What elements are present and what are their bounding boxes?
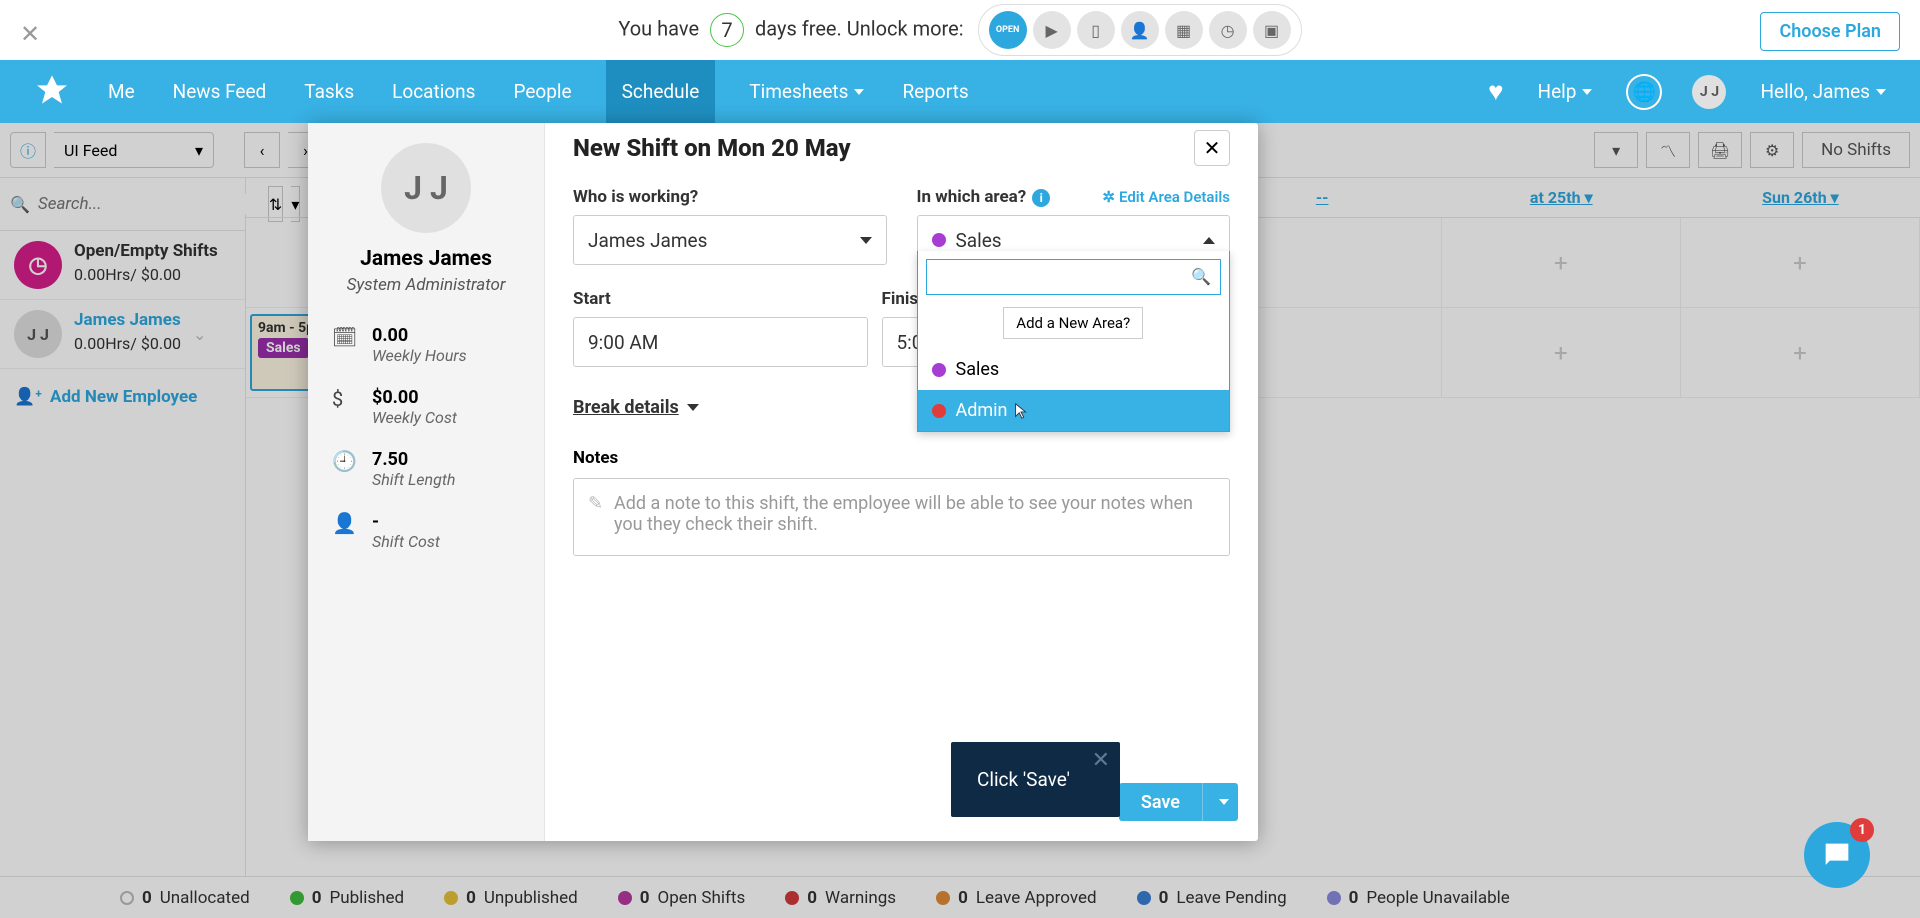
- save-dropdown[interactable]: [1202, 783, 1238, 821]
- area-color-dot: [932, 363, 946, 377]
- app-logo-icon[interactable]: [30, 70, 74, 114]
- save-tooltip: Click 'Save' ✕: [951, 742, 1120, 817]
- modal-title: New Shift on Mon 20 May: [573, 134, 851, 162]
- chevron-down-icon: [860, 237, 872, 244]
- area-option-admin[interactable]: Admin: [918, 390, 1230, 431]
- chat-launcher[interactable]: 1: [1804, 822, 1870, 888]
- chevron-down-icon: [1876, 89, 1886, 95]
- person-icon: 👤: [332, 511, 356, 535]
- calendar-icon: 🗓: [332, 325, 356, 349]
- add-new-area-button[interactable]: Add a New Area?: [1003, 307, 1143, 339]
- mobile-icon[interactable]: ▯: [1077, 11, 1115, 49]
- chat-icon: [1820, 838, 1854, 872]
- heart-icon[interactable]: ♥: [1488, 76, 1503, 107]
- info-icon[interactable]: i: [1032, 189, 1050, 207]
- modal-close-button[interactable]: ✕: [1194, 130, 1230, 166]
- box-icon[interactable]: ▣: [1253, 11, 1291, 49]
- chevron-down-icon: [854, 89, 864, 95]
- nav-tasks[interactable]: Tasks: [300, 60, 358, 123]
- stat-weekly-cost: $ $0.00Weekly Cost: [332, 387, 520, 427]
- save-button[interactable]: Save: [1119, 783, 1202, 821]
- chevron-down-icon: [1582, 89, 1592, 95]
- nav-reports[interactable]: Reports: [898, 60, 972, 123]
- stat-shift-length: 🕘 7.50Shift Length: [332, 449, 520, 489]
- tooltip-close-icon[interactable]: ✕: [1092, 748, 1110, 773]
- main-nav: Me News Feed Tasks Locations People Sche…: [0, 60, 1920, 123]
- modal-user-panel: J J James James System Administrator 🗓 0…: [308, 123, 545, 841]
- nav-schedule[interactable]: Schedule: [606, 60, 716, 123]
- area-color-dot: [932, 404, 946, 418]
- chevron-down-icon: [687, 404, 699, 411]
- modal-user-role: System Administrator: [347, 275, 506, 295]
- nav-locations[interactable]: Locations: [388, 60, 479, 123]
- person-icon[interactable]: 👤: [1121, 11, 1159, 49]
- modal-user-avatar: J J: [381, 143, 471, 233]
- user-avatar[interactable]: J J: [1692, 75, 1726, 109]
- nav-user-menu[interactable]: Hello, James: [1756, 60, 1890, 123]
- notes-textarea[interactable]: Add a note to this shift, the employee w…: [573, 478, 1230, 556]
- nav-timesheets[interactable]: Timesheets: [745, 60, 868, 123]
- close-icon[interactable]: ✕: [20, 20, 40, 48]
- globe-icon[interactable]: 🌐: [1626, 74, 1662, 110]
- cursor-icon: [1012, 402, 1030, 420]
- nav-me[interactable]: Me: [104, 60, 139, 123]
- area-label: In which area?i: [917, 187, 1051, 207]
- new-shift-modal: J J James James System Administrator 🗓 0…: [308, 123, 1258, 841]
- choose-plan-button[interactable]: Choose Plan: [1760, 12, 1900, 51]
- area-search-input[interactable]: [926, 259, 1222, 295]
- calendar-icon[interactable]: ▦: [1165, 11, 1203, 49]
- who-working-label: Who is working?: [573, 187, 887, 207]
- trial-days-badge: 7: [710, 13, 744, 47]
- dollar-icon: $: [332, 387, 356, 411]
- start-label: Start: [573, 289, 868, 309]
- edit-area-link[interactable]: ✲ Edit Area Details: [1102, 188, 1230, 206]
- who-working-select[interactable]: James James: [573, 215, 887, 265]
- chevron-up-icon: [1203, 237, 1215, 244]
- nav-people[interactable]: People: [509, 60, 575, 123]
- camera-icon[interactable]: ▶: [1033, 11, 1071, 49]
- area-dropdown: 🔍 Add a New Area? Sales Admin: [917, 251, 1231, 432]
- area-option-sales[interactable]: Sales: [918, 349, 1230, 390]
- start-time-input[interactable]: [573, 317, 868, 367]
- search-icon: 🔍: [1191, 267, 1211, 286]
- chevron-down-icon: [1219, 799, 1229, 805]
- modal-user-name: James James: [360, 247, 492, 271]
- open-shifts-icon[interactable]: OPEN: [989, 11, 1027, 49]
- stat-shift-cost: 👤 -Shift Cost: [332, 511, 520, 551]
- trial-text: You have 7 days free. Unlock more:: [618, 13, 963, 47]
- gauge-icon[interactable]: ◷: [1209, 11, 1247, 49]
- chat-badge: 1: [1850, 818, 1874, 842]
- stat-weekly-hours: 🗓 0.00Weekly Hours: [332, 325, 520, 365]
- notes-label: Notes: [573, 448, 1230, 468]
- nav-news-feed[interactable]: News Feed: [169, 60, 271, 123]
- nav-help[interactable]: Help: [1534, 60, 1597, 123]
- trial-feature-icons: OPEN ▶ ▯ 👤 ▦ ◷ ▣: [978, 4, 1302, 56]
- clock-icon: 🕘: [332, 449, 356, 473]
- trial-banner: ✕ You have 7 days free. Unlock more: OPE…: [0, 0, 1920, 60]
